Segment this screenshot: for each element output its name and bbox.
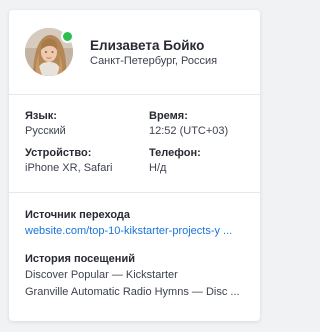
visitor-header: Елизавета Бойко Санкт-Петербург, Россия (9, 10, 260, 94)
phone-label: Телефон: (149, 147, 201, 159)
referrer-link[interactable]: website.com/top-10-kikstarter-projects-y… (25, 225, 240, 237)
user-name: Елизавета Бойко (90, 38, 205, 53)
online-status-indicator (61, 30, 74, 43)
time-value: 12:52 (UTC+03) (149, 125, 229, 137)
phone-value: Н/д (149, 162, 167, 174)
referrer-label: Источник перехода (25, 209, 131, 221)
language-value: Русский (25, 125, 66, 137)
language-label: Язык: (25, 110, 57, 122)
time-label: Время: (149, 110, 188, 122)
visitor-card: Елизавета Бойко Санкт-Петербург, Россия … (9, 10, 260, 321)
user-location: Санкт-Петербург, Россия (90, 55, 218, 67)
history-item[interactable]: Discover Popular — Kickstarter (25, 269, 241, 281)
device-value: iPhone XR, Safari (25, 162, 113, 174)
history-item[interactable]: Granville Automatic Radio Hymns — Disc .… (25, 286, 241, 298)
details-divider (9, 192, 260, 193)
header-divider (9, 94, 260, 95)
device-label: Устройство: (25, 147, 92, 159)
history-label: История посещений (25, 253, 135, 265)
avatar-container (25, 28, 74, 76)
